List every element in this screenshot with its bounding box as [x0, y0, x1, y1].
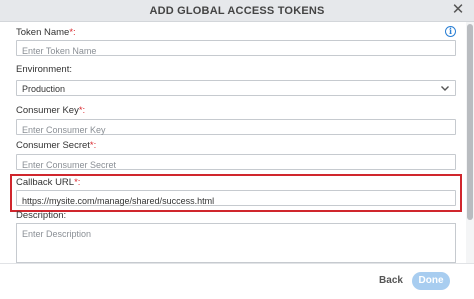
description-field[interactable]: [16, 223, 456, 263]
token-name-required-mark: *:: [69, 27, 76, 38]
environment-label: Environment:: [16, 64, 72, 75]
consumer-secret-input[interactable]: [17, 158, 455, 172]
callback-url-input[interactable]: [17, 194, 455, 208]
consumer-secret-required-mark: *:: [89, 140, 97, 151]
token-name-label: Token Name*:: [16, 27, 76, 38]
close-icon[interactable]: ✕: [450, 2, 466, 18]
consumer-key-label: Consumer Key*:: [16, 105, 85, 116]
callback-url-field[interactable]: [16, 190, 456, 208]
consumer-key-required-mark: *:: [78, 105, 86, 116]
chevron-down-icon: [441, 86, 449, 91]
token-name-input[interactable]: [17, 44, 455, 58]
dialog-title: ADD GLOBAL ACCESS TOKENS: [149, 5, 325, 17]
callback-url-required-mark: *:: [74, 177, 81, 188]
callback-url-label: Callback URL*:: [16, 177, 80, 188]
done-button[interactable]: Done: [412, 272, 450, 290]
scrollbar-thumb[interactable]: [467, 24, 473, 220]
back-button[interactable]: Back: [374, 273, 408, 289]
consumer-secret-field[interactable]: [16, 154, 456, 172]
consumer-secret-label: Consumer Secret*:: [16, 140, 96, 151]
consumer-key-field[interactable]: [16, 119, 456, 137]
token-name-field[interactable]: [16, 40, 456, 58]
dialog-header: ADD GLOBAL ACCESS TOKENS ✕: [0, 0, 474, 22]
description-label: Description:: [16, 210, 67, 221]
consumer-key-label-text: Consumer Key: [16, 105, 79, 116]
consumer-key-input[interactable]: [17, 123, 455, 137]
info-icon[interactable]: i: [445, 26, 456, 37]
environment-select[interactable]: Production: [16, 80, 456, 96]
callback-url-label-text: Callback URL: [16, 177, 75, 188]
consumer-secret-label-text: Consumer Secret: [16, 140, 90, 151]
environment-selected-value: Production: [22, 84, 66, 94]
token-name-label-text: Token Name: [16, 27, 70, 38]
dialog-body: i Token Name*: Environment: Production C…: [0, 22, 474, 263]
dialog-footer: Back Done: [0, 263, 474, 299]
description-textarea[interactable]: [17, 224, 455, 262]
